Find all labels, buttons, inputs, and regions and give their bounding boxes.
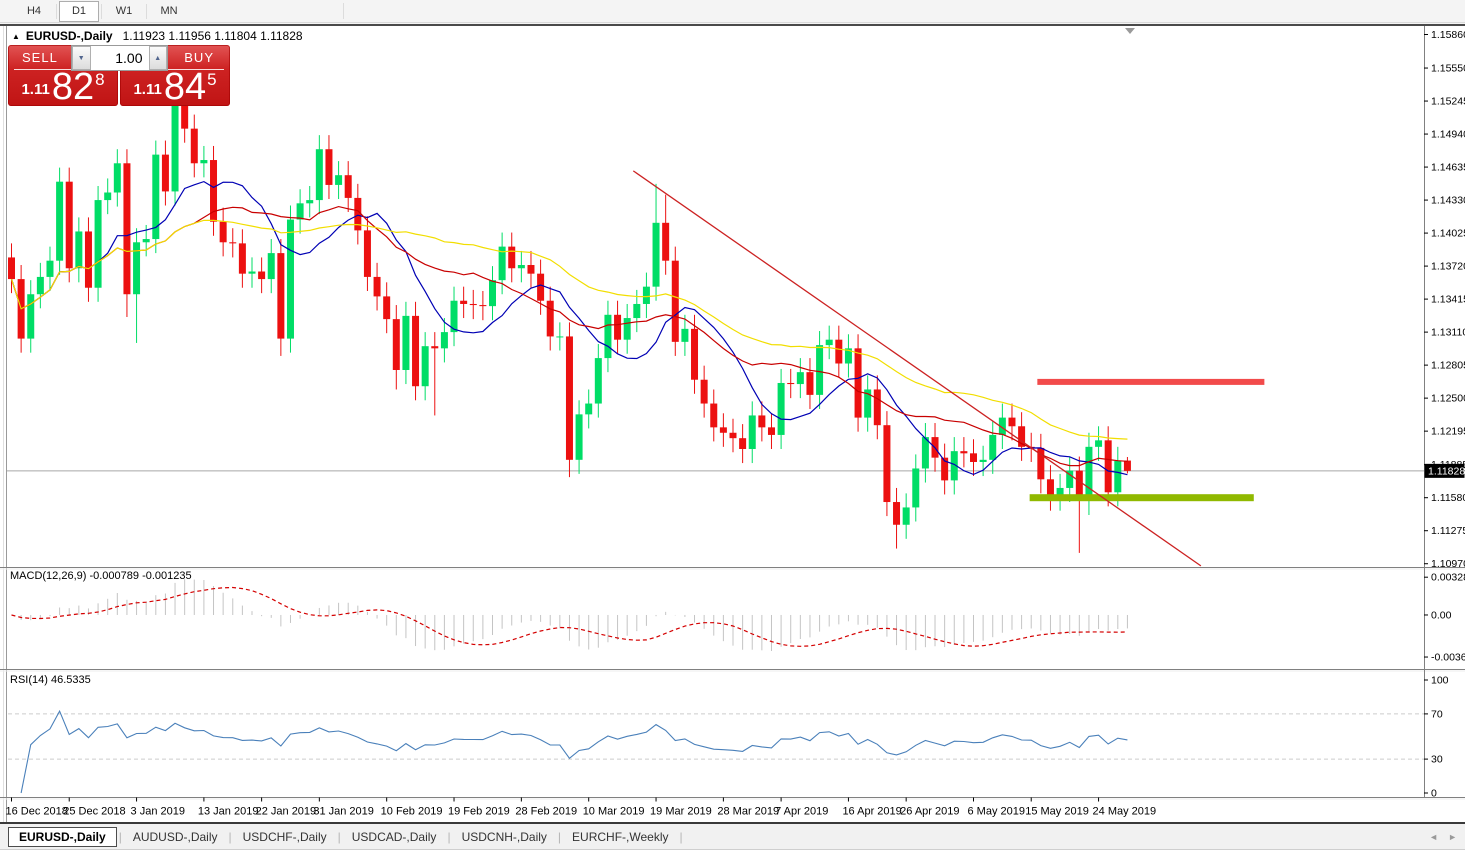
chart-symbol-label: EURUSD-,Daily — [25, 29, 113, 43]
svg-text:22 Jan 2019: 22 Jan 2019 — [256, 806, 317, 818]
svg-text:1.12195: 1.12195 — [1431, 426, 1465, 438]
sell-price-big: 82 — [51, 66, 95, 108]
svg-text:10 Mar 2019: 10 Mar 2019 — [583, 806, 645, 818]
svg-text:-0.003659: -0.003659 — [1431, 652, 1465, 664]
svg-text:28 Mar 2019: 28 Mar 2019 — [717, 806, 779, 818]
tab-separator: | — [447, 829, 451, 844]
svg-text:30: 30 — [1431, 754, 1443, 766]
buy-price-big: 84 — [163, 66, 207, 108]
svg-text:1.11275: 1.11275 — [1431, 525, 1465, 537]
sell-price: 1.11 82 8 — [8, 66, 118, 108]
svg-text:3 Jan 2019: 3 Jan 2019 — [131, 806, 185, 818]
volume-increase-button[interactable]: ▲ — [148, 46, 167, 70]
svg-text:0.00: 0.00 — [1431, 609, 1452, 621]
svg-text:1.14330: 1.14330 — [1431, 195, 1465, 207]
chevron-up-icon: ▲ — [154, 54, 162, 62]
svg-text:19 Mar 2019: 19 Mar 2019 — [650, 806, 712, 818]
chart-tab-audusd[interactable]: AUDUSD-,Daily — [124, 827, 227, 847]
svg-text:15 May 2019: 15 May 2019 — [1025, 806, 1089, 818]
svg-text:13 Jan 2019: 13 Jan 2019 — [198, 806, 259, 818]
svg-text:16 Apr 2019: 16 Apr 2019 — [842, 806, 901, 818]
toolbar-separator — [146, 3, 147, 19]
rsi-indicator-label: RSI(14) 46.5335 — [10, 674, 91, 686]
chart-title: ▲ EURUSD-,Daily 1.11923 1.11956 1.11804 … — [12, 29, 303, 43]
mt4-terminal: { "toolbar": { "timeframes": [ {"label":… — [0, 0, 1465, 850]
svg-text:19 Feb 2019: 19 Feb 2019 — [448, 806, 510, 818]
tab-scroll-left-icon[interactable]: ◄ — [1429, 832, 1438, 842]
svg-text:28 Feb 2019: 28 Feb 2019 — [515, 806, 577, 818]
svg-text:24 May 2019: 24 May 2019 — [1093, 806, 1157, 818]
macd-indicator-label: MACD(12,26,9) -0.000789 -0.001235 — [10, 570, 192, 582]
chart-tab-eurchf[interactable]: EURCHF-,Weekly — [563, 827, 677, 847]
buy-price-prefix: 1.11 — [133, 81, 162, 98]
chart-tab-usdcad[interactable]: USDCAD-,Daily — [343, 827, 446, 847]
svg-text:1.13720: 1.13720 — [1431, 261, 1465, 273]
chart-tab-usdcnh[interactable]: USDCNH-,Daily — [453, 827, 556, 847]
svg-text:100: 100 — [1431, 675, 1449, 687]
svg-text:1.15245: 1.15245 — [1431, 96, 1465, 108]
toolbar-separator — [343, 3, 344, 19]
sell-price-prefix: 1.11 — [21, 81, 50, 98]
chart-canvas[interactable]: 1.15860 1.15550 1.15245 1.14940 1.14635 1.143… — [0, 24, 1465, 822]
svg-text:1.12805: 1.12805 — [1431, 360, 1465, 372]
svg-text:1.15550: 1.15550 — [1431, 63, 1465, 75]
svg-text:1.13110: 1.13110 — [1431, 327, 1465, 339]
resistance-line[interactable] — [1037, 378, 1265, 385]
timeframe-button-w1[interactable]: W1 — [104, 1, 144, 22]
timeframe-button-d1[interactable]: D1 — [59, 0, 99, 22]
svg-text:1.10970: 1.10970 — [1431, 558, 1465, 570]
support-line[interactable] — [1029, 494, 1254, 502]
chart-tab-eurusd[interactable]: EURUSD-,Daily — [8, 826, 117, 847]
sell-price-sup: 8 — [95, 70, 105, 89]
svg-text:1.14635: 1.14635 — [1431, 162, 1465, 174]
collapse-panel-icon[interactable]: ▲ — [12, 32, 20, 41]
tab-separator: | — [337, 829, 341, 844]
svg-text:31 Jan 2019: 31 Jan 2019 — [313, 806, 374, 818]
buy-price: 1.11 84 5 — [120, 66, 230, 108]
svg-text:1.11580: 1.11580 — [1431, 492, 1465, 504]
volume-spinner: ▼ ▲ — [71, 45, 168, 71]
volume-input[interactable] — [90, 46, 149, 70]
tab-scroll-right-icon[interactable]: ► — [1448, 832, 1457, 842]
buy-price-sup: 5 — [207, 70, 217, 89]
toolbar-separator — [101, 3, 102, 19]
svg-text:70: 70 — [1431, 708, 1443, 720]
svg-text:26 Apr 2019: 26 Apr 2019 — [900, 806, 959, 818]
svg-text:1.15860: 1.15860 — [1431, 29, 1465, 41]
chart-tab-usdchf[interactable]: USDCHF-,Daily — [234, 827, 336, 847]
volume-decrease-button[interactable]: ▼ — [72, 46, 91, 70]
timeframe-button-mn[interactable]: MN — [149, 1, 189, 22]
svg-text:16 Dec 2018: 16 Dec 2018 — [6, 806, 68, 818]
svg-text:1.11828: 1.11828 — [1428, 465, 1465, 477]
svg-text:10 Feb 2019: 10 Feb 2019 — [381, 806, 443, 818]
svg-text:1.14940: 1.14940 — [1431, 129, 1465, 141]
tab-scroll-controls: ◄ ► — [1429, 832, 1457, 842]
svg-text:7 Apr 2019: 7 Apr 2019 — [775, 806, 828, 818]
svg-text:1.12500: 1.12500 — [1431, 393, 1465, 405]
svg-text:0.003287: 0.003287 — [1431, 572, 1465, 584]
chart-ohlc-values: 1.11923 1.11956 1.11804 1.11828 — [122, 29, 303, 43]
tab-separator: | — [118, 829, 122, 844]
one-click-trading-panel: SELL 1.11 82 8 BUY 1.11 84 5 ▼ ▲ — [8, 45, 230, 106]
svg-text:1.14025: 1.14025 — [1431, 228, 1465, 240]
timeframe-button-h4[interactable]: H4 — [14, 1, 54, 22]
chart-window-tab-bar: ◄ ► EURUSD-,Daily | AUDUSD-,Daily | USDCHF-,… — [0, 822, 1465, 850]
svg-text:0: 0 — [1431, 788, 1437, 800]
svg-text:6 May 2019: 6 May 2019 — [968, 806, 1025, 818]
tab-separator: | — [679, 829, 683, 844]
tab-separator: | — [228, 829, 232, 844]
svg-text:1.13415: 1.13415 — [1431, 294, 1465, 306]
tab-separator: | — [557, 829, 562, 844]
timeframe-toolbar: H4 D1 W1 MN — [0, 0, 1465, 23]
toolbar-separator — [56, 3, 57, 19]
svg-text:25 Dec 2018: 25 Dec 2018 — [63, 806, 125, 818]
chevron-down-icon: ▼ — [77, 54, 85, 62]
